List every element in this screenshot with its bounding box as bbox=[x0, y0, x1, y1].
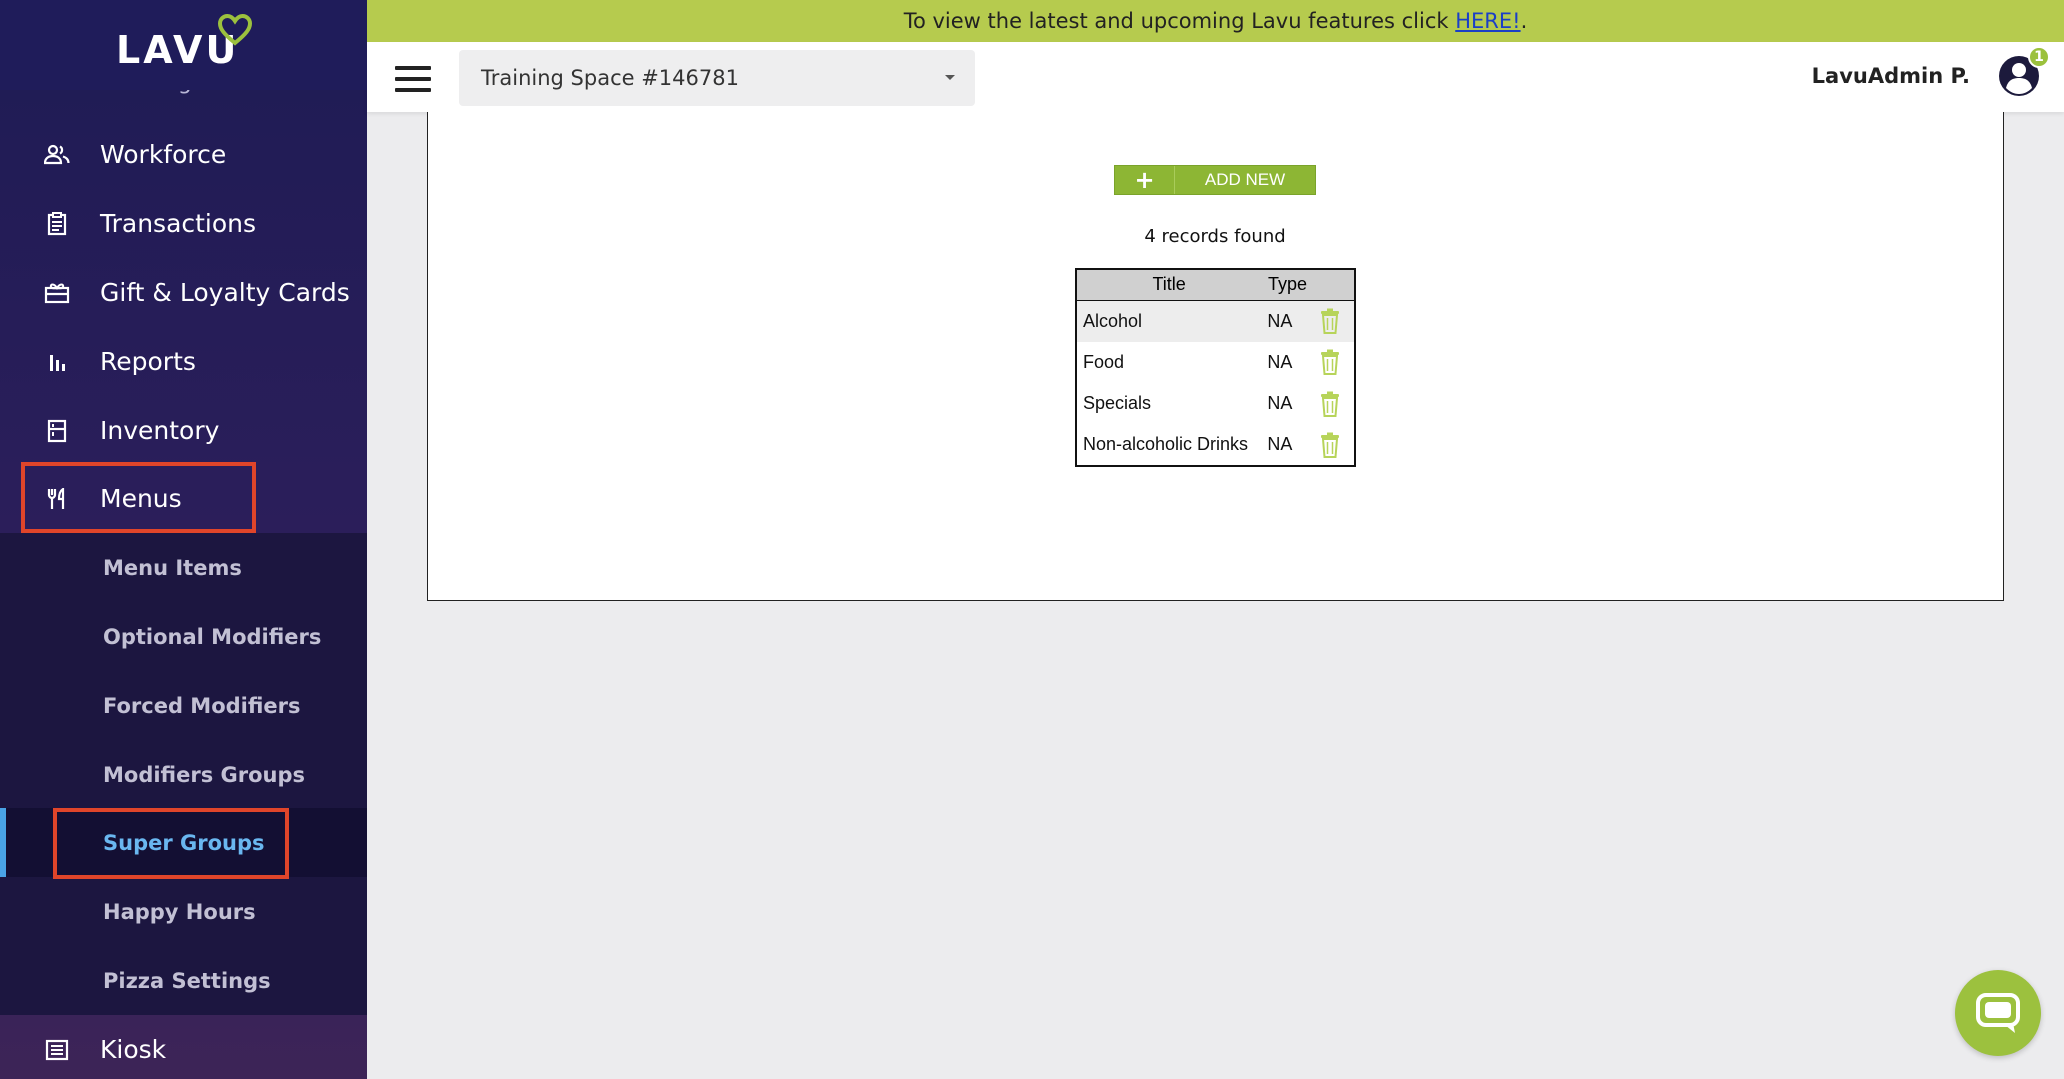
gift-card-icon bbox=[44, 280, 70, 306]
trash-icon bbox=[1320, 308, 1339, 334]
sidebar-subitem-modifiers-groups[interactable]: Modifiers Groups bbox=[0, 740, 367, 809]
trash-icon bbox=[1320, 349, 1339, 376]
sidebar-subitem-optional-modifiers[interactable]: Optional Modifiers bbox=[0, 602, 367, 671]
row-title[interactable]: Food bbox=[1076, 342, 1261, 384]
sidebar-subitem-label: Happy Hours bbox=[103, 899, 256, 924]
people-icon bbox=[44, 142, 70, 168]
delete-button[interactable] bbox=[1314, 342, 1355, 384]
sidebar-item-label: Gift & Loyalty Cards bbox=[100, 278, 350, 307]
plus-icon: + bbox=[1115, 166, 1175, 194]
sidebar-item-gift-loyalty-cards[interactable]: Gift & Loyalty Cards bbox=[0, 258, 367, 327]
add-new-button[interactable]: + ADD NEW bbox=[1114, 165, 1316, 195]
table-row[interactable]: Non-alcoholic Drinks NA bbox=[1076, 425, 1355, 467]
sidebar-item-label: Kiosk bbox=[100, 1035, 167, 1064]
row-title[interactable]: Non-alcoholic Drinks bbox=[1076, 425, 1261, 467]
row-title[interactable]: Alcohol bbox=[1076, 300, 1262, 342]
banner-suffix: . bbox=[1520, 9, 1528, 33]
receipt-icon bbox=[44, 211, 70, 237]
row-type: NA bbox=[1267, 434, 1293, 455]
row-type: NA bbox=[1267, 351, 1293, 372]
menus-submenu: Menu Items Optional Modifiers Forced Mod… bbox=[0, 533, 367, 1015]
location-select[interactable]: Training Space #146781 bbox=[459, 50, 975, 106]
row-title[interactable]: Specials bbox=[1076, 383, 1261, 425]
row-type: NA bbox=[1267, 393, 1293, 414]
top-bar: Training Space #146781 LavuAdmin P. 1 bbox=[367, 42, 2064, 112]
trash-icon bbox=[1320, 432, 1339, 458]
records-found: 4 records found bbox=[1144, 226, 1286, 247]
chat-bubble-icon bbox=[1976, 993, 2020, 1033]
table-row[interactable]: Specials NA bbox=[1076, 383, 1355, 425]
logo-area: LAVU bbox=[0, 0, 367, 90]
column-header-type: Type bbox=[1261, 269, 1314, 301]
add-new-label: ADD NEW bbox=[1204, 170, 1286, 189]
bar-chart-icon bbox=[44, 349, 70, 375]
sidebar-subitem-label: Pizza Settings bbox=[103, 968, 271, 993]
announcement-banner: To view the latest and upcoming Lavu fea… bbox=[367, 0, 2064, 42]
chevron-down-icon bbox=[945, 75, 955, 80]
delete-button[interactable] bbox=[1314, 383, 1355, 425]
sidebar-subitem-label: Optional Modifiers bbox=[103, 624, 322, 649]
highlight-super-groups bbox=[53, 808, 289, 879]
location-select-value: Training Space #146781 bbox=[481, 66, 739, 90]
delete-button[interactable] bbox=[1314, 425, 1355, 467]
table-row[interactable]: Alcohol NA bbox=[1076, 300, 1355, 342]
highlight-menus bbox=[21, 462, 256, 533]
kiosk-icon bbox=[44, 1037, 70, 1063]
sidebar-item-kiosk[interactable]: Kiosk bbox=[0, 1015, 367, 1079]
sidebar-item-label: Inventory bbox=[100, 416, 220, 445]
banner-link[interactable]: HERE! bbox=[1455, 9, 1520, 33]
column-header-actions bbox=[1313, 269, 1355, 301]
sidebar-subitem-pizza-settings[interactable]: Pizza Settings bbox=[0, 946, 367, 1015]
sidebar-item-label: Workforce bbox=[100, 140, 227, 169]
sidebar-subitem-happy-hours[interactable]: Happy Hours bbox=[0, 877, 367, 946]
delete-button[interactable] bbox=[1313, 300, 1355, 342]
sidebar-item-workforce[interactable]: Workforce bbox=[0, 120, 367, 189]
hamburger-menu-icon[interactable] bbox=[395, 66, 431, 92]
notification-badge: 1 bbox=[2028, 46, 2050, 68]
table-header-row: Title Type bbox=[1076, 269, 1355, 301]
sidebar-subitem-forced-modifiers[interactable]: Forced Modifiers bbox=[0, 671, 367, 740]
table-row[interactable]: Food NA bbox=[1076, 342, 1355, 384]
sidebar-subitem-label: Forced Modifiers bbox=[103, 693, 301, 718]
chat-launcher-button[interactable] bbox=[1955, 970, 2041, 1056]
sidebar-subitem-menu-items[interactable]: Menu Items bbox=[0, 533, 367, 602]
heart-icon bbox=[218, 14, 252, 46]
user-name[interactable]: LavuAdmin P. bbox=[1812, 64, 1970, 88]
banner-text: To view the latest and upcoming Lavu fea… bbox=[903, 9, 1449, 33]
column-header-title: Title bbox=[1076, 269, 1262, 301]
trash-icon bbox=[1320, 391, 1339, 417]
row-type: NA bbox=[1261, 300, 1314, 342]
sidebar-item-inventory[interactable]: Inventory bbox=[0, 396, 367, 465]
sidebar-item-reports[interactable]: Reports bbox=[0, 327, 367, 396]
sidebar-subitem-label: Menu Items bbox=[103, 555, 242, 580]
super-groups-table: Title Type Alcohol NA Food NA Specials N… bbox=[1075, 268, 1356, 467]
active-indicator bbox=[0, 808, 6, 877]
sidebar: LAVU Manage Time Cards Workforce Transac… bbox=[0, 0, 367, 1079]
sidebar-item-transactions[interactable]: Transactions bbox=[0, 189, 367, 258]
sidebar-subitem-label: Modifiers Groups bbox=[103, 762, 306, 787]
inventory-icon bbox=[44, 418, 70, 444]
sidebar-item-label: Transactions bbox=[100, 209, 257, 238]
sidebar-item-label: Reports bbox=[100, 347, 196, 376]
